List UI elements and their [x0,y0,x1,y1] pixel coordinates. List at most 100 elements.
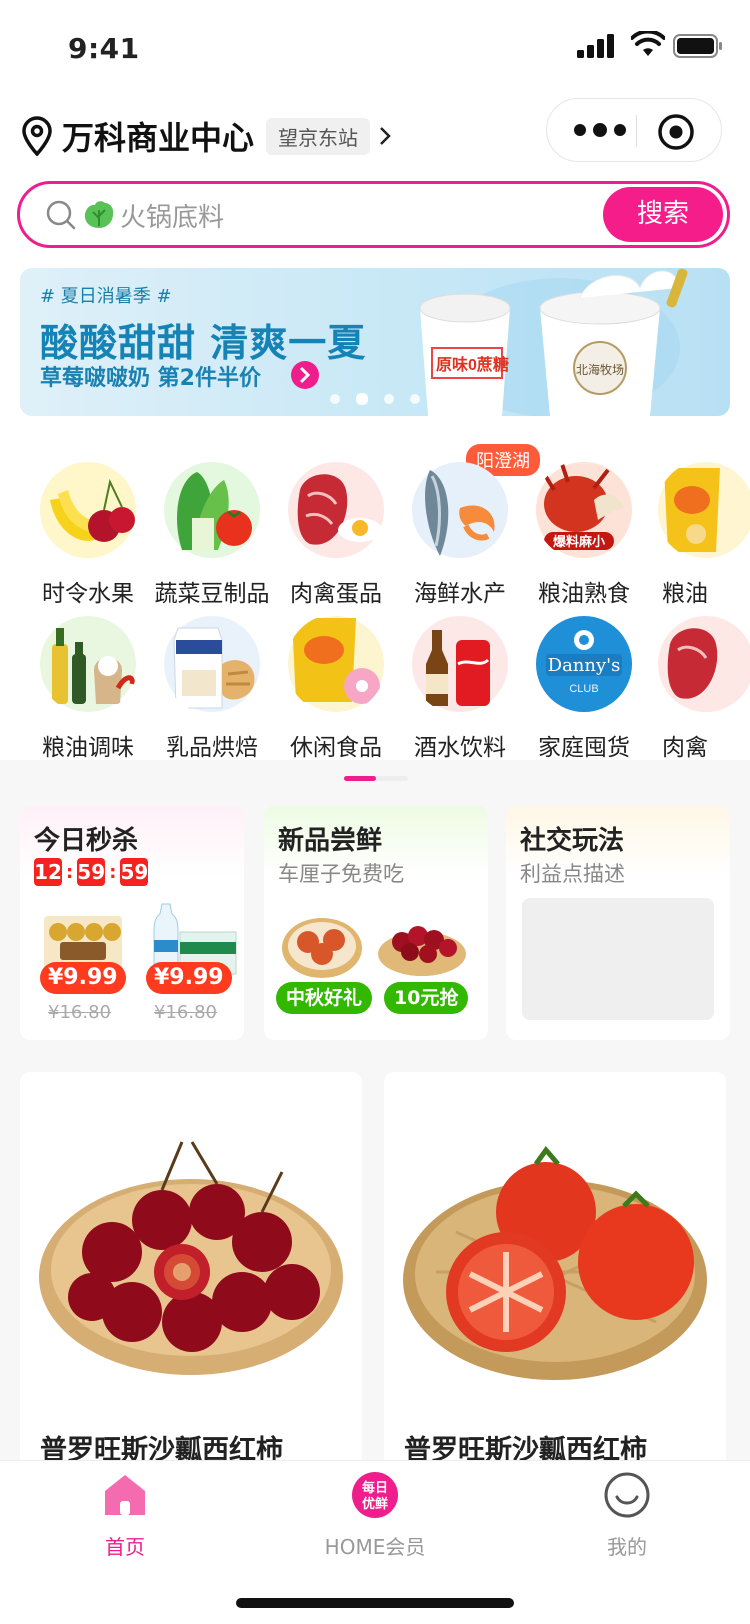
category-fruit[interactable]: 时令水果 [26,460,150,608]
category-drinks[interactable]: 酒水饮料 [398,614,522,762]
countdown-timer: 12: 59: 59 [34,858,149,886]
seckill-card[interactable]: 今日秒杀 12: 59: 59 ¥9.99 ¥9.99 ¥16.80 ¥16.8… [20,806,244,1040]
cherries-image [39,1141,343,1375]
status-bar: 9:41 [0,0,750,96]
banner-dot[interactable] [330,394,340,404]
product-card[interactable]: 普罗旺斯沙瓤西红柿 [384,1072,726,1472]
drinks-icon [412,616,508,712]
search-icon [46,200,76,230]
category-label: 海鲜水产 [414,581,506,607]
promo-banner[interactable]: # 夏日消暑季 # 酸酸甜甜 清爽一夏 草莓啵啵奶 第2件半价 原味0蔗糖 北海… [20,268,730,416]
svg-text:Danny's: Danny's [548,655,621,676]
product-card[interactable]: 普罗旺斯沙瓤西红柿 [20,1072,362,1472]
crayfish-icon: 爆料麻小 [536,462,632,558]
yogurt-cups-image: 原味0蔗糖 北海牧场 [419,268,688,416]
tab-home[interactable]: 首页 [50,1471,200,1560]
milk-bread-icon [164,616,260,712]
banner-pagination [330,393,420,405]
chips-icon [288,616,384,712]
svg-text:优鲜: 优鲜 [362,1496,388,1511]
social-card[interactable]: 社交玩法 利益点描述 [506,806,730,1040]
category-pager-active [344,776,376,781]
fruit-icon [40,462,136,558]
category-household[interactable]: Danny's CLUB 家庭囤货 [522,614,646,762]
new-items-title: 新品尝鲜 [278,826,383,856]
category-label: 蔬菜豆制品 [154,581,270,607]
banner-tag: # 夏日消暑季 # [40,286,172,307]
banner-dot-active[interactable] [356,393,368,405]
category-grain[interactable]: 粮油 [646,460,750,608]
search-button[interactable]: 搜索 [603,187,723,242]
category-label: 时令水果 [42,581,134,607]
signal-icon [577,34,614,58]
svg-text:CLUB: CLUB [569,683,598,695]
tab-profile[interactable]: 我的 [552,1471,702,1560]
miniapp-capsule [546,98,722,162]
wifi-icon [631,31,665,56]
category-label: 粮油熟食 [538,581,630,607]
category-label: 粮油 [662,581,708,607]
category-pager [344,776,408,781]
yogurt-label-2: 北海牧场 [576,362,624,377]
social-subtitle: 利益点描述 [520,862,625,886]
location-pin-icon [22,116,52,156]
crayfish-label: 爆料麻小 [553,534,605,549]
chevron-right-icon [380,127,391,145]
banner-subtitle: 草莓啵啵奶 第2件半价 [40,366,261,391]
vegetable-icon [164,462,260,558]
tomatoes-image [403,1145,707,1380]
tab-label: HOME会员 [324,1535,426,1559]
tab-label: 首页 [105,1535,145,1559]
dannys-club-icon: Danny's CLUB [536,616,632,712]
cherry-bowl-image [378,926,466,976]
category-oil-seasoning[interactable]: 粮油调味 [26,614,150,762]
svg-text:每日: 每日 [362,1480,388,1495]
tab-label: 我的 [607,1535,647,1559]
category-crayfish[interactable]: 爆料麻小 粮油熟食 [522,460,646,608]
close-miniapp-icon[interactable] [657,113,695,151]
location-tag: 望京东站 [266,117,371,155]
snack-bag-icon [658,462,750,558]
social-title: 社交玩法 [520,826,625,856]
category-grid: 阳澄湖 时令水果 蔬菜豆制品 肉禽蛋品 海鲜水产 爆料麻小 粮油熟食 粮油 粮油… [0,444,750,761]
timer-hours: 12 [34,858,62,886]
home-indicator [236,1598,514,1608]
seckill-original-price: ¥16.80 [154,1002,217,1023]
search-input[interactable]: 火锅底料 [120,197,224,234]
location-selector[interactable]: 万科商业中心 望京东站 [20,110,392,162]
capsule-divider [636,115,637,147]
category-label: 休闲食品 [290,735,382,761]
new-items-pill: 10元抢 [384,982,469,1014]
status-time: 9:41 [68,32,140,65]
category-dairy-bakery[interactable]: 乳品烘焙 [150,614,274,762]
category-meat-egg[interactable]: 肉禽蛋品 [274,460,398,608]
category-label: 肉禽 [662,735,708,761]
vegetable-leaf-icon [84,201,114,228]
seckill-original-price: ¥16.80 [48,1002,111,1023]
category-label: 酒水饮料 [414,735,506,761]
category-snacks[interactable]: 休闲食品 [274,614,398,762]
oil-seasoning-icon [40,616,136,712]
seckill-price: ¥9.99 [40,962,126,994]
banner-dot[interactable] [384,394,394,404]
crab-image [282,918,362,978]
social-placeholder-image [522,898,714,1020]
seckill-title: 今日秒杀 [34,826,139,856]
meat-egg-icon [288,462,384,558]
new-items-card[interactable]: 新品尝鲜 车厘子免费吃 中秋好礼 10元抢 [264,806,488,1040]
more-icon[interactable] [571,115,629,145]
timer-minutes: 59 [77,858,106,886]
search-bar[interactable]: 火锅底料 搜索 [17,181,730,248]
timer-seconds: 59 [120,858,149,886]
category-label: 家庭囤货 [538,735,630,761]
seckill-price: ¥9.99 [146,962,232,994]
banner-dot[interactable] [410,394,420,404]
seafood-icon [412,462,508,558]
category-vegetable[interactable]: 蔬菜豆制品 [150,460,274,608]
arrow-right-icon [291,361,319,389]
battery-icon [673,34,722,58]
category-seafood[interactable]: 海鲜水产 [398,460,522,608]
category-meat[interactable]: 肉禽 [646,614,750,762]
category-label: 肉禽蛋品 [290,581,382,607]
tab-member[interactable]: 每日 优鲜 HOME会员 [300,1471,450,1560]
